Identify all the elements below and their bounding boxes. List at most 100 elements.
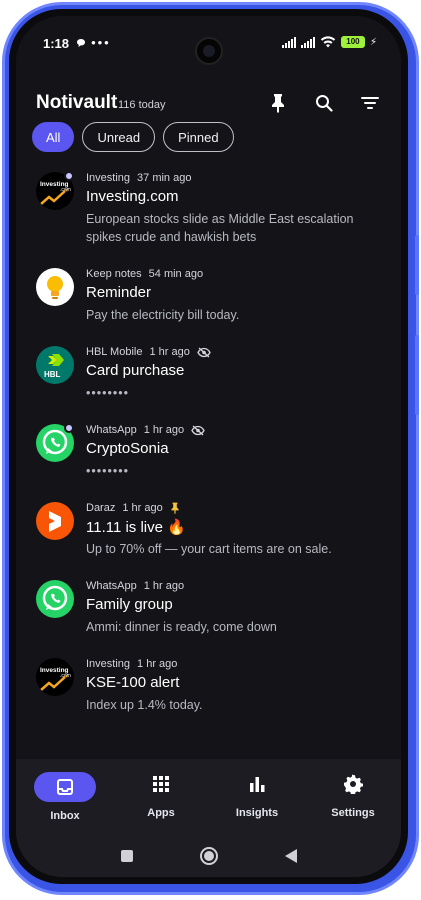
notification-body: European stocks slide as Middle East esc…: [86, 212, 354, 244]
more-dots-icon: •••: [91, 35, 111, 50]
charging-icon: ⚡: [369, 36, 377, 48]
bar-chart-icon: [250, 777, 265, 792]
source-app: Daraz: [86, 502, 116, 514]
notification-meta: HBL Mobile 1 hr ago: [86, 346, 211, 358]
notification-meta: Investing 37 min ago: [86, 172, 191, 184]
nav-label: Insights: [235, 807, 279, 819]
notification-item[interactable]: WhatsApp 1 hr ago Family group Ammi: din…: [16, 574, 401, 652]
circle-icon: [200, 847, 218, 865]
signal-icon-2: [300, 36, 315, 48]
home-button[interactable]: [194, 841, 224, 871]
unread-dot: [64, 171, 74, 181]
notification-body: Up to 70% off — your cart items are on s…: [86, 542, 332, 556]
app-bar: Notivault 116 today: [16, 76, 401, 120]
notification-meta: Daraz 1 hr ago: [86, 502, 180, 514]
notification-meta: WhatsApp 1 hr ago: [86, 580, 184, 592]
chip-pinned[interactable]: Pinned: [163, 122, 234, 152]
notification-title: Card purchase: [86, 362, 185, 379]
eye-off-icon: [191, 425, 205, 435]
notification-body: Pay the electricity bill today.: [86, 308, 240, 322]
battery-indicator: 100: [340, 36, 365, 48]
notification-body: Index up 1.4% today.: [86, 698, 203, 712]
chip-unread[interactable]: Unread: [82, 122, 156, 152]
recents-button[interactable]: [112, 841, 142, 871]
source-app: HBL Mobile: [86, 346, 143, 358]
keep-bulb-icon: [36, 268, 74, 306]
notification-title: Investing.com: [86, 188, 179, 205]
today-count: 116 today: [118, 99, 166, 111]
nav-label: Settings: [331, 807, 375, 819]
timestamp: 54 min ago: [148, 268, 204, 280]
chip-all[interactable]: All: [32, 122, 75, 152]
nav-inbox[interactable]: Inbox: [17, 759, 113, 825]
back-button[interactable]: [276, 841, 306, 871]
grid-icon: [153, 776, 169, 792]
status-bar: 1:18 ••• 100 ⚡: [16, 16, 401, 66]
source-app: Keep notes: [86, 268, 142, 280]
system-nav-bar: [16, 841, 401, 875]
source-app: Investing: [86, 172, 131, 184]
signal-icon: [281, 36, 296, 48]
search-button[interactable]: [311, 90, 337, 116]
notification-title: Family group: [86, 596, 173, 613]
screen: 1:18 ••• 100 ⚡ Notivault 116 today All U…: [16, 16, 401, 877]
hbl-logo-text: HBL: [44, 370, 61, 379]
gear-icon: [344, 774, 363, 794]
notification-body: Ammi: dinner is ready, come down: [86, 620, 277, 634]
nav-label: Apps: [147, 807, 175, 819]
square-icon: [121, 850, 133, 862]
investing-logo: Investing .com: [36, 658, 74, 696]
volume-button: [415, 235, 419, 295]
notification-item[interactable]: Daraz 1 hr ago 11.11 is live 🔥 Up to 70%…: [16, 496, 401, 574]
source-app: Investing: [86, 658, 131, 670]
status-right: 100 ⚡: [281, 36, 377, 48]
unread-dot: [64, 423, 74, 433]
bottom-nav: Inbox Apps Insights Settings: [16, 759, 401, 877]
notification-title: 11.11 is live 🔥: [86, 519, 186, 536]
eye-off-icon: [197, 347, 211, 357]
wifi-icon: [320, 36, 336, 48]
notification-body-hidden: ••••••••: [86, 386, 130, 400]
filter-lines-icon: [361, 97, 379, 109]
notification-title: KSE-100 alert: [86, 674, 180, 691]
notification-item[interactable]: Investing .com Investing 37 min ago Inves…: [16, 166, 401, 244]
nav-inbox-indicator: [34, 772, 96, 802]
notification-item[interactable]: Keep notes 54 min ago Reminder Pay the e…: [16, 262, 401, 340]
nav-label: Inbox: [50, 810, 80, 822]
notification-body-hidden: ••••••••: [86, 464, 130, 478]
app-title: Notivault: [36, 92, 118, 113]
notification-item[interactable]: Investing .com Investing 1 hr ago KSE-100…: [16, 652, 401, 730]
nav-settings[interactable]: Settings: [305, 759, 401, 825]
nav-insights[interactable]: Insights: [209, 759, 305, 825]
notification-title: Reminder: [86, 284, 152, 301]
timestamp: 1 hr ago: [143, 424, 185, 436]
notification-meta: WhatsApp 1 hr ago: [86, 424, 205, 436]
notification-title: CryptoSonia: [86, 440, 169, 457]
filter-button[interactable]: [357, 90, 383, 116]
filter-chips: All Unread Pinned: [32, 122, 234, 152]
timestamp: 1 hr ago: [137, 658, 178, 670]
pin-button[interactable]: [265, 90, 291, 116]
timestamp: 1 hr ago: [149, 346, 190, 358]
daraz-logo: [36, 502, 74, 540]
notification-item[interactable]: HBL HBL Mobile 1 hr ago Card purchase ••…: [16, 340, 401, 418]
front-camera: [195, 37, 223, 65]
timestamp: 1 hr ago: [122, 502, 163, 514]
nav-apps[interactable]: Apps: [113, 759, 209, 825]
timestamp: 1 hr ago: [143, 580, 185, 592]
pinned-icon: [171, 502, 179, 514]
hbl-logo: HBL: [36, 346, 74, 384]
search-icon: [316, 95, 333, 112]
inbox-icon: [57, 779, 73, 795]
status-time: 1:18: [43, 36, 70, 51]
notification-meta: Keep notes 54 min ago: [86, 268, 203, 280]
source-app: WhatsApp: [86, 424, 137, 436]
whatsapp-icon: [36, 580, 74, 618]
power-button: [415, 335, 419, 415]
notification-item[interactable]: WhatsApp 1 hr ago CryptoSonia ••••••••: [16, 418, 401, 496]
triangle-back-icon: [285, 849, 297, 863]
pin-icon: [272, 94, 284, 113]
timestamp: 37 min ago: [137, 172, 192, 184]
status-notification-icons: •••: [76, 35, 111, 50]
notification-meta: Investing 1 hr ago: [86, 658, 177, 670]
